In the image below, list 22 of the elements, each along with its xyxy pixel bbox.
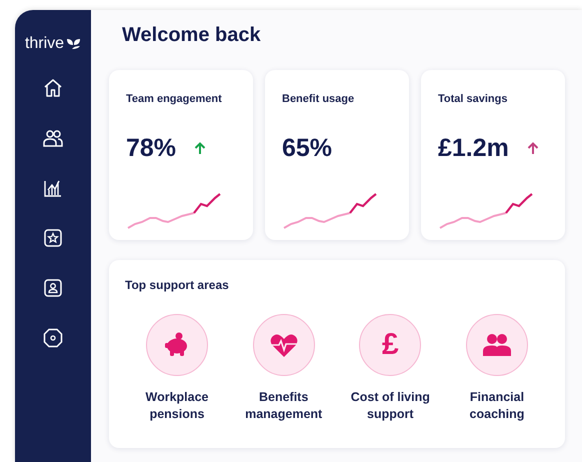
home-icon[interactable] [42,77,64,99]
stat-value: £1.2m [438,134,509,162]
stat-value: 78% [126,134,176,162]
piggy-bank-icon [165,332,187,356]
leaf-logo-icon [66,38,82,50]
support-label: Financial coaching [468,389,526,423]
stat-value: 65% [282,134,332,162]
heartbeat-icon [270,334,298,357]
settings-icon[interactable] [42,327,64,349]
page-title: Welcome back [122,24,262,48]
stat-label: Benefit usage [282,93,354,105]
icon-circle[interactable]: £ [359,314,422,376]
section-title: Top support areas [125,278,229,292]
stat-label: Total savings [438,93,508,105]
support-label: Cost of living support [350,389,431,423]
support-label: Workplace pensions [144,389,210,423]
stat-label: Team engagement [126,93,222,105]
logo-text: thrive [24,35,64,53]
support-label: Benefits management [244,389,324,423]
pound-icon: £ [382,330,399,360]
people-icon [482,334,511,356]
contact-card-icon[interactable] [42,277,64,299]
